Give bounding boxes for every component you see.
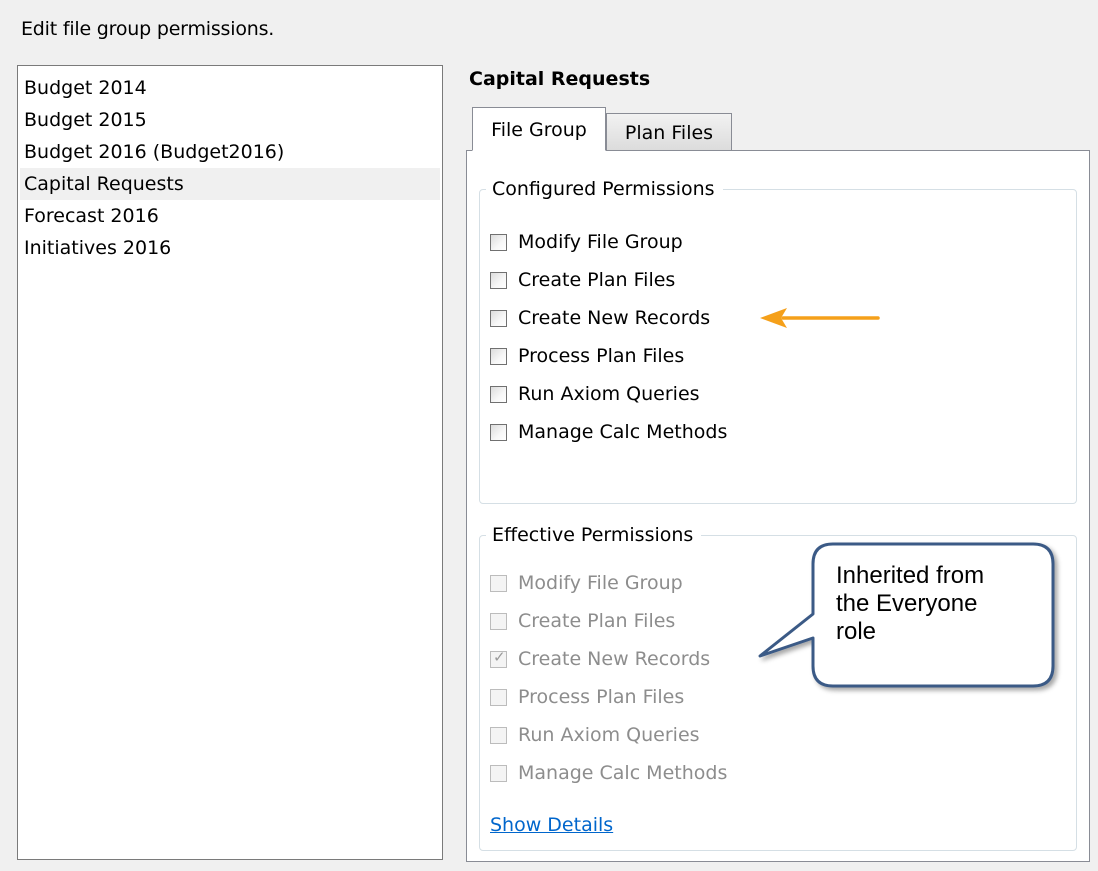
list-item-forecast-2016[interactable]: Forecast 2016 (20, 200, 440, 232)
effective-permissions-legend: Effective Permissions (486, 522, 702, 548)
configured-create-plan-files[interactable]: Create Plan Files (490, 266, 675, 294)
show-details-link[interactable]: Show Details (490, 814, 613, 836)
list-item-initiatives-2016[interactable]: Initiatives 2016 (20, 232, 440, 264)
checkbox-label: Process Plan Files (518, 345, 685, 367)
checkbox (490, 612, 507, 630)
checkbox-label: Create Plan Files (518, 610, 676, 632)
checkmark-icon: ✓ (493, 647, 506, 666)
checkbox-label: Manage Calc Methods (518, 762, 728, 784)
checkbox-label: Create New Records (518, 307, 711, 329)
configured-create-new-records[interactable]: Create New Records (490, 304, 710, 332)
checkbox-label: Run Axiom Queries (518, 724, 700, 746)
checkbox-label: Create New Records (518, 648, 711, 670)
checkbox[interactable] (490, 423, 507, 441)
checkbox-label: Create Plan Files (518, 269, 676, 291)
configured-permissions-legend: Configured Permissions (486, 176, 723, 202)
checkbox-label: Process Plan Files (518, 686, 685, 708)
selected-group-title: Capital Requests (469, 68, 651, 90)
effective-run-axiom-queries: Run Axiom Queries (490, 721, 700, 749)
configured-manage-calc-methods[interactable]: Manage Calc Methods (490, 418, 727, 446)
checkbox[interactable] (490, 233, 507, 251)
callout-line: role (836, 618, 877, 645)
checkbox (490, 764, 507, 782)
checkbox (490, 574, 507, 592)
callout-text: Inherited from the Everyone role (836, 562, 1036, 646)
callout-line: Inherited from (836, 562, 985, 589)
list-item-budget-2014[interactable]: Budget 2014 (20, 72, 440, 104)
configured-process-plan-files[interactable]: Process Plan Files (490, 342, 684, 370)
instruction-text: Edit file group permissions. (21, 18, 275, 40)
checkbox-label: Run Axiom Queries (518, 383, 700, 405)
file-group-list[interactable]: Budget 2014 Budget 2015 Budget 2016 (Bud… (17, 65, 443, 860)
checkbox-label: Manage Calc Methods (518, 421, 728, 443)
checkbox[interactable] (490, 347, 507, 365)
checkbox (490, 726, 507, 744)
checkbox[interactable] (490, 271, 507, 289)
effective-modify-file-group: Modify File Group (490, 569, 683, 597)
callout-line: the Everyone (836, 590, 978, 617)
orange-arrow-icon (760, 308, 880, 328)
checkbox[interactable] (490, 385, 507, 403)
checkbox (490, 688, 507, 706)
configured-run-axiom-queries[interactable]: Run Axiom Queries (490, 380, 700, 408)
list-item-budget-2016[interactable]: Budget 2016 (Budget2016) (20, 136, 440, 168)
configured-modify-file-group[interactable]: Modify File Group (490, 228, 683, 256)
effective-create-new-records: ✓ Create New Records (490, 645, 710, 673)
checkbox-checked: ✓ (490, 647, 507, 668)
effective-manage-calc-methods: Manage Calc Methods (490, 759, 727, 787)
tab-plan-files[interactable]: Plan Files (606, 113, 732, 151)
tab-file-group[interactable]: File Group (472, 107, 606, 151)
list-item-budget-2015[interactable]: Budget 2015 (20, 104, 440, 136)
checkbox-label: Modify File Group (518, 231, 683, 253)
configured-permissions-group: Configured Permissions Modify File Group… (479, 176, 1077, 504)
effective-process-plan-files: Process Plan Files (490, 683, 684, 711)
checkbox[interactable] (490, 309, 507, 327)
effective-create-plan-files: Create Plan Files (490, 607, 675, 635)
checkbox-label: Modify File Group (518, 572, 683, 594)
list-item-capital-requests[interactable]: Capital Requests (20, 168, 440, 200)
